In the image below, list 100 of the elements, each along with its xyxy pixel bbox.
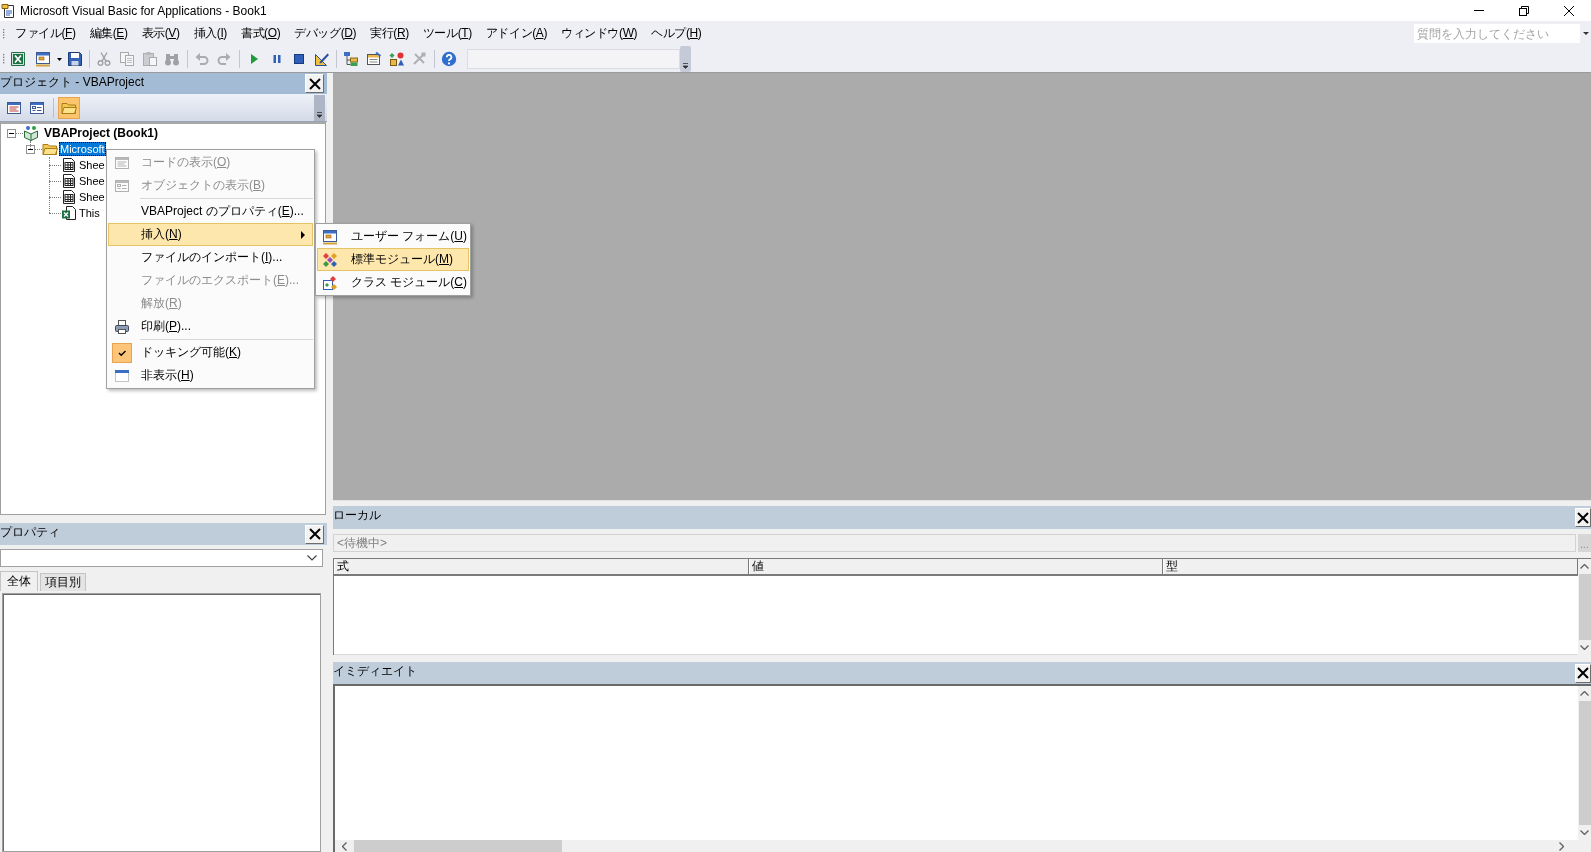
chevron-down-icon <box>1580 830 1589 835</box>
menu-item[interactable]: ウィンドウ(W) <box>554 23 645 44</box>
column-header[interactable]: 型 <box>1163 559 1578 574</box>
code-window-icon <box>6 99 22 116</box>
close-button[interactable] <box>1575 663 1591 683</box>
restore-icon <box>1518 5 1529 16</box>
shapes-icon <box>388 51 405 67</box>
binoculars-icon <box>164 51 181 67</box>
tab[interactable]: 全体 <box>0 571 38 591</box>
property-sheet-icon <box>366 51 382 67</box>
close-icon <box>1563 5 1574 16</box>
collapse-icon[interactable] <box>7 128 16 138</box>
menu-item[interactable]: デバッグ(D) <box>287 23 364 44</box>
menu-item[interactable]: 挿入(I) <box>186 23 234 44</box>
help-search-field[interactable]: 質問を入力してください <box>1414 24 1580 43</box>
toolbar-options-icon[interactable] <box>680 46 692 72</box>
ruler-pencil-icon <box>313 51 330 67</box>
menu-item[interactable]: ドッキング可能(K) <box>108 341 313 364</box>
close-button[interactable] <box>305 74 324 93</box>
menu-item[interactable]: アドイン(A) <box>478 23 554 44</box>
tree-item[interactable]: Microsoft <box>59 142 106 156</box>
menu-item[interactable]: 印刷(P)... <box>108 315 313 338</box>
code-window-icon <box>114 154 130 171</box>
menu-item[interactable]: ヘルプ(H) <box>644 23 709 44</box>
menu-item[interactable]: 非表示(H) <box>108 364 313 387</box>
form-icon <box>322 228 338 245</box>
chevron-right-icon <box>1559 841 1564 851</box>
window-title: Microsoft Visual Basic for Applications - Book1 <box>20 3 267 18</box>
chevron-down-icon <box>307 555 317 561</box>
tree-item[interactable]: Shee <box>78 158 106 172</box>
form-icon <box>34 51 51 67</box>
grip-handle[interactable] <box>3 26 5 41</box>
scrollbar-thumb[interactable] <box>354 840 562 852</box>
class-module-icon <box>322 274 338 291</box>
chevron-left-icon <box>342 841 347 851</box>
grip-handle[interactable] <box>3 52 5 66</box>
sheet-icon <box>61 189 77 205</box>
pane-title: ローカル <box>333 507 382 523</box>
minimize-icon <box>1473 10 1484 11</box>
menu-item[interactable]: 編集(E) <box>82 23 135 44</box>
pane-title: プロパティ <box>0 524 61 540</box>
close-icon <box>308 77 321 90</box>
tab[interactable]: 項目別 <box>40 573 86 591</box>
sheet-icon <box>61 173 77 189</box>
menu-item[interactable]: 書式(O) <box>233 23 288 44</box>
tree-item[interactable]: VBAProject (Book1) <box>43 126 160 140</box>
submenu-arrow-icon <box>301 230 305 239</box>
redo-icon <box>216 51 233 67</box>
sheet-icon <box>61 157 77 173</box>
scrollbar-thumb[interactable] <box>1578 701 1591 825</box>
menu-item[interactable]: ユーザー フォーム(U) <box>317 225 469 248</box>
column-header[interactable]: 値 <box>748 559 1164 574</box>
chevron-down-icon <box>1580 645 1589 650</box>
tree-item[interactable]: This <box>78 206 101 220</box>
save-icon <box>66 51 83 67</box>
menu-item[interactable]: VBAProject のプロパティ(E)... <box>108 200 313 223</box>
caret-icon <box>56 57 62 61</box>
toolbar-options-icon[interactable] <box>314 94 325 121</box>
window-icon <box>114 367 130 384</box>
tree-item[interactable]: Shee <box>78 190 106 204</box>
menu-item[interactable]: ファイルのインポート(I)... <box>108 246 313 269</box>
object-dropdown[interactable] <box>0 549 323 567</box>
menu-item[interactable]: クラス モジュール(C) <box>317 271 469 294</box>
copy-icon <box>119 51 136 67</box>
close-icon <box>1577 511 1589 524</box>
menu-item[interactable]: 標準モジュール(M) <box>317 248 469 271</box>
diamonds-icon <box>322 251 338 268</box>
form-window-icon <box>29 99 45 116</box>
close-icon <box>308 528 321 540</box>
help-icon <box>440 51 457 67</box>
menu-item[interactable]: ツール(T) <box>415 23 479 44</box>
tree-view-icon <box>343 51 360 67</box>
close-icon <box>1577 667 1589 679</box>
tree-item[interactable]: Shee <box>78 174 106 188</box>
menu-item[interactable]: 実行(R) <box>363 23 416 44</box>
scissors-icon <box>96 51 113 67</box>
menu-item[interactable]: ファイル(F) <box>8 23 83 44</box>
chevron-up-icon <box>1580 691 1589 696</box>
project-icon <box>23 125 39 141</box>
immediate-input-area[interactable] <box>335 686 1578 840</box>
spreadsheet-icon <box>10 51 27 67</box>
chevron-up-icon <box>1580 564 1589 569</box>
pane-title: イミディエイト <box>333 663 418 679</box>
menu-item[interactable]: 挿入(N) <box>108 223 313 246</box>
context-field: <待機中> <box>333 534 1576 552</box>
form-window-icon <box>114 177 130 194</box>
close-button[interactable] <box>1575 508 1591 527</box>
folder-icon <box>42 141 58 157</box>
scrollbar-thumb[interactable] <box>1578 574 1591 640</box>
column-header[interactable]: 式 <box>334 559 749 574</box>
undo-icon <box>193 51 210 67</box>
pane-title: プロジェクト - VBAProject <box>0 74 146 90</box>
menu-item[interactable]: 表示(V) <box>134 23 187 44</box>
dropdown-arrow-icon[interactable] <box>1583 32 1589 35</box>
clipboard-icon <box>141 51 158 67</box>
printer-icon <box>114 318 130 335</box>
workbook-icon <box>61 205 77 221</box>
tools-icon <box>411 51 428 67</box>
collapse-icon[interactable] <box>26 144 35 154</box>
close-button[interactable] <box>305 524 324 544</box>
